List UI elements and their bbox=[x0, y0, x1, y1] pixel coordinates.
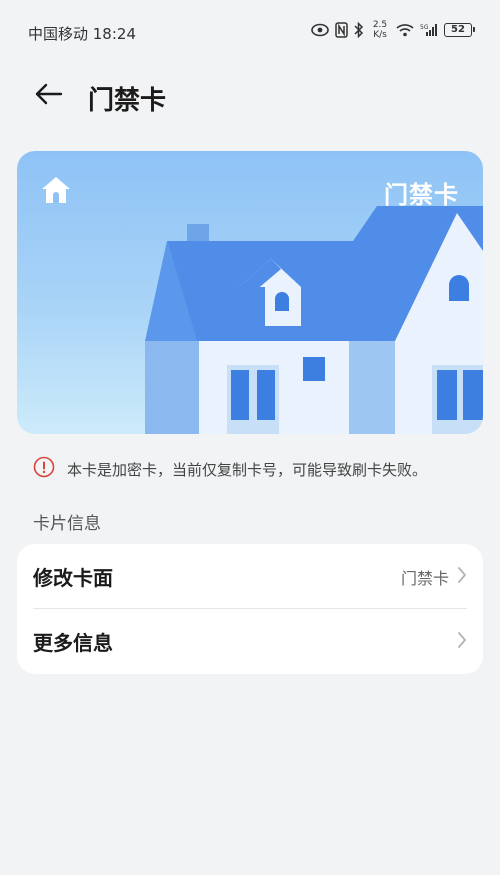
status-bar: 中国移动 18:24 2.5 K/s 5G 52 bbox=[0, 0, 500, 68]
list-item-more-info[interactable]: 更多信息 bbox=[17, 609, 483, 674]
page-title: 门禁卡 bbox=[88, 86, 167, 116]
app-bar: 门禁卡 bbox=[0, 68, 500, 124]
card-name: 门禁卡 bbox=[384, 181, 459, 209]
list-item-label: 修改卡面 bbox=[33, 566, 113, 590]
list-item-value: 门禁卡 bbox=[400, 568, 449, 588]
card-info-list: 修改卡面 门禁卡 更多信息 bbox=[17, 544, 483, 674]
list-item-label: 更多信息 bbox=[33, 631, 113, 655]
list-item-edit-card-face[interactable]: 修改卡面 门禁卡 bbox=[17, 544, 483, 609]
arrow-left-icon bbox=[33, 82, 63, 110]
eye-icon bbox=[311, 23, 329, 37]
back-button[interactable] bbox=[30, 78, 66, 114]
battery-icon: 52 bbox=[444, 23, 475, 37]
status-icons: 2.5 K/s 5G 52 bbox=[311, 20, 475, 40]
chevron-right-icon bbox=[457, 631, 467, 653]
warning-text: 本卡是加密卡，当前仅复制卡号，可能导致刷卡失败。 bbox=[67, 460, 428, 479]
carrier-time: 中国移动 18:24 bbox=[28, 25, 136, 43]
home-icon bbox=[40, 175, 72, 209]
section-title: 卡片信息 bbox=[33, 514, 101, 534]
nfc-icon bbox=[335, 22, 348, 38]
encryption-warning: 本卡是加密卡，当前仅复制卡号，可能导致刷卡失败。 bbox=[33, 456, 473, 482]
chevron-right-icon bbox=[457, 566, 467, 588]
svg-text:5G: 5G bbox=[420, 24, 429, 31]
network-speed: 2.5 K/s bbox=[372, 20, 388, 40]
wifi-icon bbox=[396, 23, 414, 37]
card-face[interactable]: 门禁卡 bbox=[17, 151, 483, 434]
signal-icon: 5G bbox=[420, 23, 438, 37]
bluetooth-icon bbox=[354, 22, 364, 38]
warning-icon bbox=[33, 456, 55, 482]
